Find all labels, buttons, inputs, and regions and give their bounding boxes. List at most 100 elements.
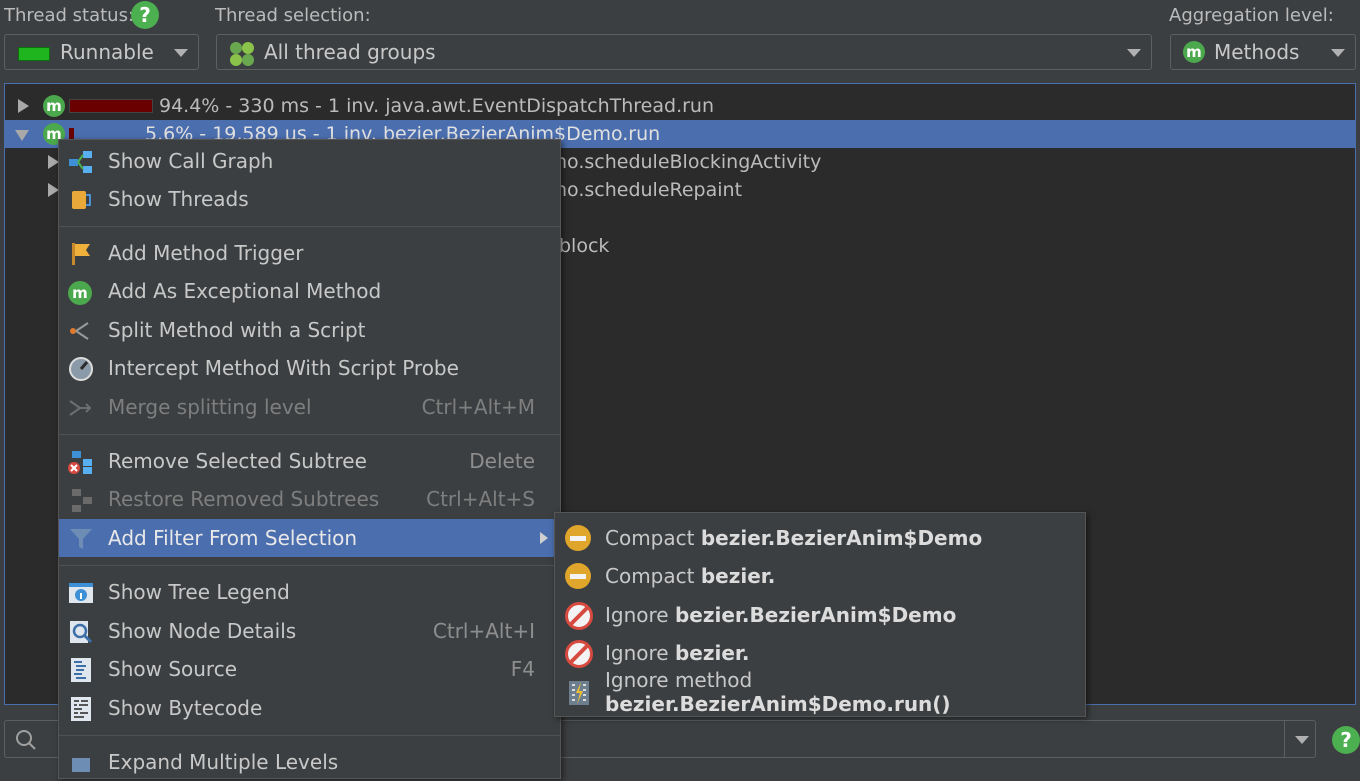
thread-groups-icon bbox=[230, 42, 254, 66]
method-icon: m bbox=[1183, 41, 1205, 63]
ignore-icon bbox=[565, 602, 593, 630]
menu-item-label: Add Filter From Selection bbox=[108, 526, 358, 550]
aggregation-value: Methods bbox=[1214, 40, 1300, 64]
probe-icon bbox=[69, 357, 93, 381]
menu-item-label: Show Call Graph bbox=[108, 149, 274, 173]
threads-icon bbox=[72, 191, 91, 209]
method-icon: m bbox=[43, 95, 65, 117]
thread-status-label: Thread status: bbox=[4, 5, 135, 26]
menu-item-merge-splitting-level: Merge splitting level Ctrl+Alt+M bbox=[59, 388, 560, 426]
submenu-item-ignore-class[interactable]: Ignore bezier.BezierAnim$Demo bbox=[555, 596, 1085, 634]
chevron-down-icon bbox=[1295, 736, 1309, 744]
search-icon bbox=[16, 730, 36, 750]
thread-status-combo[interactable]: Runnable bbox=[4, 34, 199, 70]
menu-item-remove-subtree[interactable]: Remove Selected Subtree Delete bbox=[59, 442, 560, 480]
source-icon bbox=[71, 658, 91, 682]
submenu-item-ignore-method[interactable]: Ignore method bezier.BezierAnim$Demo.run… bbox=[555, 668, 1085, 716]
menu-item-shortcut: Delete bbox=[469, 449, 535, 473]
filter-icon bbox=[70, 529, 92, 549]
menu-item-label: Add Method Trigger bbox=[108, 241, 304, 265]
expand-arrow-icon[interactable] bbox=[15, 98, 31, 114]
help-icon: ? bbox=[1332, 726, 1360, 754]
aggregation-combo[interactable]: m Methods bbox=[1170, 34, 1356, 70]
menu-item-shortcut: Ctrl+Alt+M bbox=[421, 395, 535, 419]
menu-item-label: Merge splitting level bbox=[108, 395, 312, 419]
submenu-item-target: bezier. bbox=[700, 564, 776, 588]
flag-icon bbox=[72, 243, 90, 265]
submenu-item-target: bezier.BezierAnim$Demo bbox=[700, 526, 983, 550]
menu-item-label: Remove Selected Subtree bbox=[108, 449, 367, 473]
thread-status-help[interactable]: ? bbox=[131, 1, 159, 29]
restore-icon bbox=[72, 489, 92, 512]
split-icon bbox=[70, 322, 89, 340]
menu-item-show-source[interactable]: Show Source F4 bbox=[59, 650, 560, 688]
expand-icon bbox=[72, 758, 90, 772]
submenu-item-compact-package[interactable]: Compact bezier. bbox=[555, 557, 1085, 595]
remove-subtree-icon bbox=[68, 451, 92, 474]
menu-item-intercept-method[interactable]: Intercept Method With Script Probe bbox=[59, 349, 560, 387]
ignore-method-icon bbox=[569, 681, 589, 705]
chevron-down-icon bbox=[1127, 49, 1141, 57]
submenu-item-prefix: Ignore method bbox=[605, 668, 753, 692]
context-menu: Show Call Graph Show Threads Add Method … bbox=[58, 139, 561, 779]
menu-item-label: Add As Exceptional Method bbox=[108, 279, 382, 303]
tree-row-label: no.scheduleRepaint bbox=[555, 179, 743, 201]
thread-selection-label: Thread selection: bbox=[215, 5, 371, 26]
menu-item-add-exceptional-method[interactable]: m Add As Exceptional Method bbox=[59, 272, 560, 310]
menu-item-label: Intercept Method With Script Probe bbox=[108, 356, 459, 380]
menu-item-show-tree-legend[interactable]: Show Tree Legend bbox=[59, 573, 560, 611]
submenu-item-prefix: Ignore bbox=[605, 641, 675, 665]
node-details-icon bbox=[70, 621, 93, 644]
compact-icon bbox=[565, 563, 593, 591]
menu-item-add-method-trigger[interactable]: Add Method Trigger bbox=[59, 234, 560, 272]
collapse-arrow-icon[interactable] bbox=[15, 126, 31, 142]
aggregation-label: Aggregation level: bbox=[1169, 5, 1334, 26]
menu-item-show-call-graph[interactable]: Show Call Graph bbox=[59, 142, 560, 180]
menu-item-label: Show Tree Legend bbox=[108, 580, 290, 604]
menu-item-expand-multiple-levels[interactable]: Expand Multiple Levels bbox=[59, 743, 560, 781]
menu-item-label: Show Node Details bbox=[108, 619, 297, 643]
filter-submenu: Compact bezier.BezierAnim$Demo Compact b… bbox=[554, 512, 1086, 717]
menu-item-show-threads[interactable]: Show Threads bbox=[59, 180, 560, 218]
menu-item-shortcut: Ctrl+Alt+S bbox=[426, 487, 535, 511]
submenu-item-target: bezier.BezierAnim$Demo.run() bbox=[605, 692, 951, 716]
thread-selection-value: All thread groups bbox=[264, 40, 436, 64]
submenu-arrow-icon bbox=[540, 532, 548, 544]
exceptional-method-icon: m bbox=[68, 279, 94, 305]
ignore-icon bbox=[565, 640, 593, 668]
thread-status-value: Runnable bbox=[60, 40, 154, 64]
submenu-item-ignore-package[interactable]: Ignore bezier. bbox=[555, 634, 1085, 672]
submenu-item-prefix: Compact bbox=[605, 564, 701, 588]
tree-row-label: 94.4% - 330 ms - 1 inv. java.awt.EventDi… bbox=[159, 95, 715, 117]
menu-item-label: Restore Removed Subtrees bbox=[108, 487, 380, 511]
thread-selection-combo[interactable]: All thread groups bbox=[216, 34, 1152, 70]
menu-item-label: Show Source bbox=[108, 657, 238, 681]
menu-item-show-bytecode[interactable]: Show Bytecode bbox=[59, 689, 560, 727]
submenu-item-target: bezier.BezierAnim$Demo bbox=[674, 603, 957, 627]
menu-item-label: Expand Multiple Levels bbox=[108, 750, 339, 774]
help-icon: ? bbox=[131, 1, 159, 29]
chevron-down-icon bbox=[1331, 49, 1345, 57]
merge-icon bbox=[69, 400, 92, 416]
menu-item-restore-subtrees: Restore Removed Subtrees Ctrl+Alt+S bbox=[59, 480, 560, 518]
search-dropdown-arrow[interactable] bbox=[1284, 721, 1319, 757]
call-graph-icon bbox=[69, 151, 92, 173]
bytecode-icon bbox=[71, 697, 91, 721]
legend-icon bbox=[69, 583, 93, 603]
menu-item-show-node-details[interactable]: Show Node Details Ctrl+Alt+I bbox=[59, 612, 560, 650]
menu-item-add-filter-from-selection[interactable]: Add Filter From Selection bbox=[59, 519, 560, 557]
tree-row-label: no.scheduleBlockingActivity bbox=[555, 151, 822, 173]
submenu-item-prefix: Compact bbox=[605, 526, 701, 550]
submenu-item-prefix: Ignore bbox=[605, 603, 675, 627]
menu-item-label: Show Threads bbox=[108, 187, 249, 211]
tree-row[interactable]: m 94.4% - 330 ms - 1 inv. java.awt.Event… bbox=[5, 92, 1355, 120]
compact-icon bbox=[565, 525, 593, 553]
menu-item-split-method[interactable]: Split Method with a Script bbox=[59, 311, 560, 349]
menu-item-label: Split Method with a Script bbox=[108, 318, 366, 342]
runnable-status-icon bbox=[18, 47, 50, 61]
submenu-item-compact-class[interactable]: Compact bezier.BezierAnim$Demo bbox=[555, 519, 1085, 557]
bottom-help-button[interactable]: ? bbox=[1332, 726, 1360, 754]
chevron-down-icon bbox=[174, 49, 188, 57]
percentage-bar bbox=[69, 99, 153, 113]
menu-item-label: Show Bytecode bbox=[108, 696, 263, 720]
